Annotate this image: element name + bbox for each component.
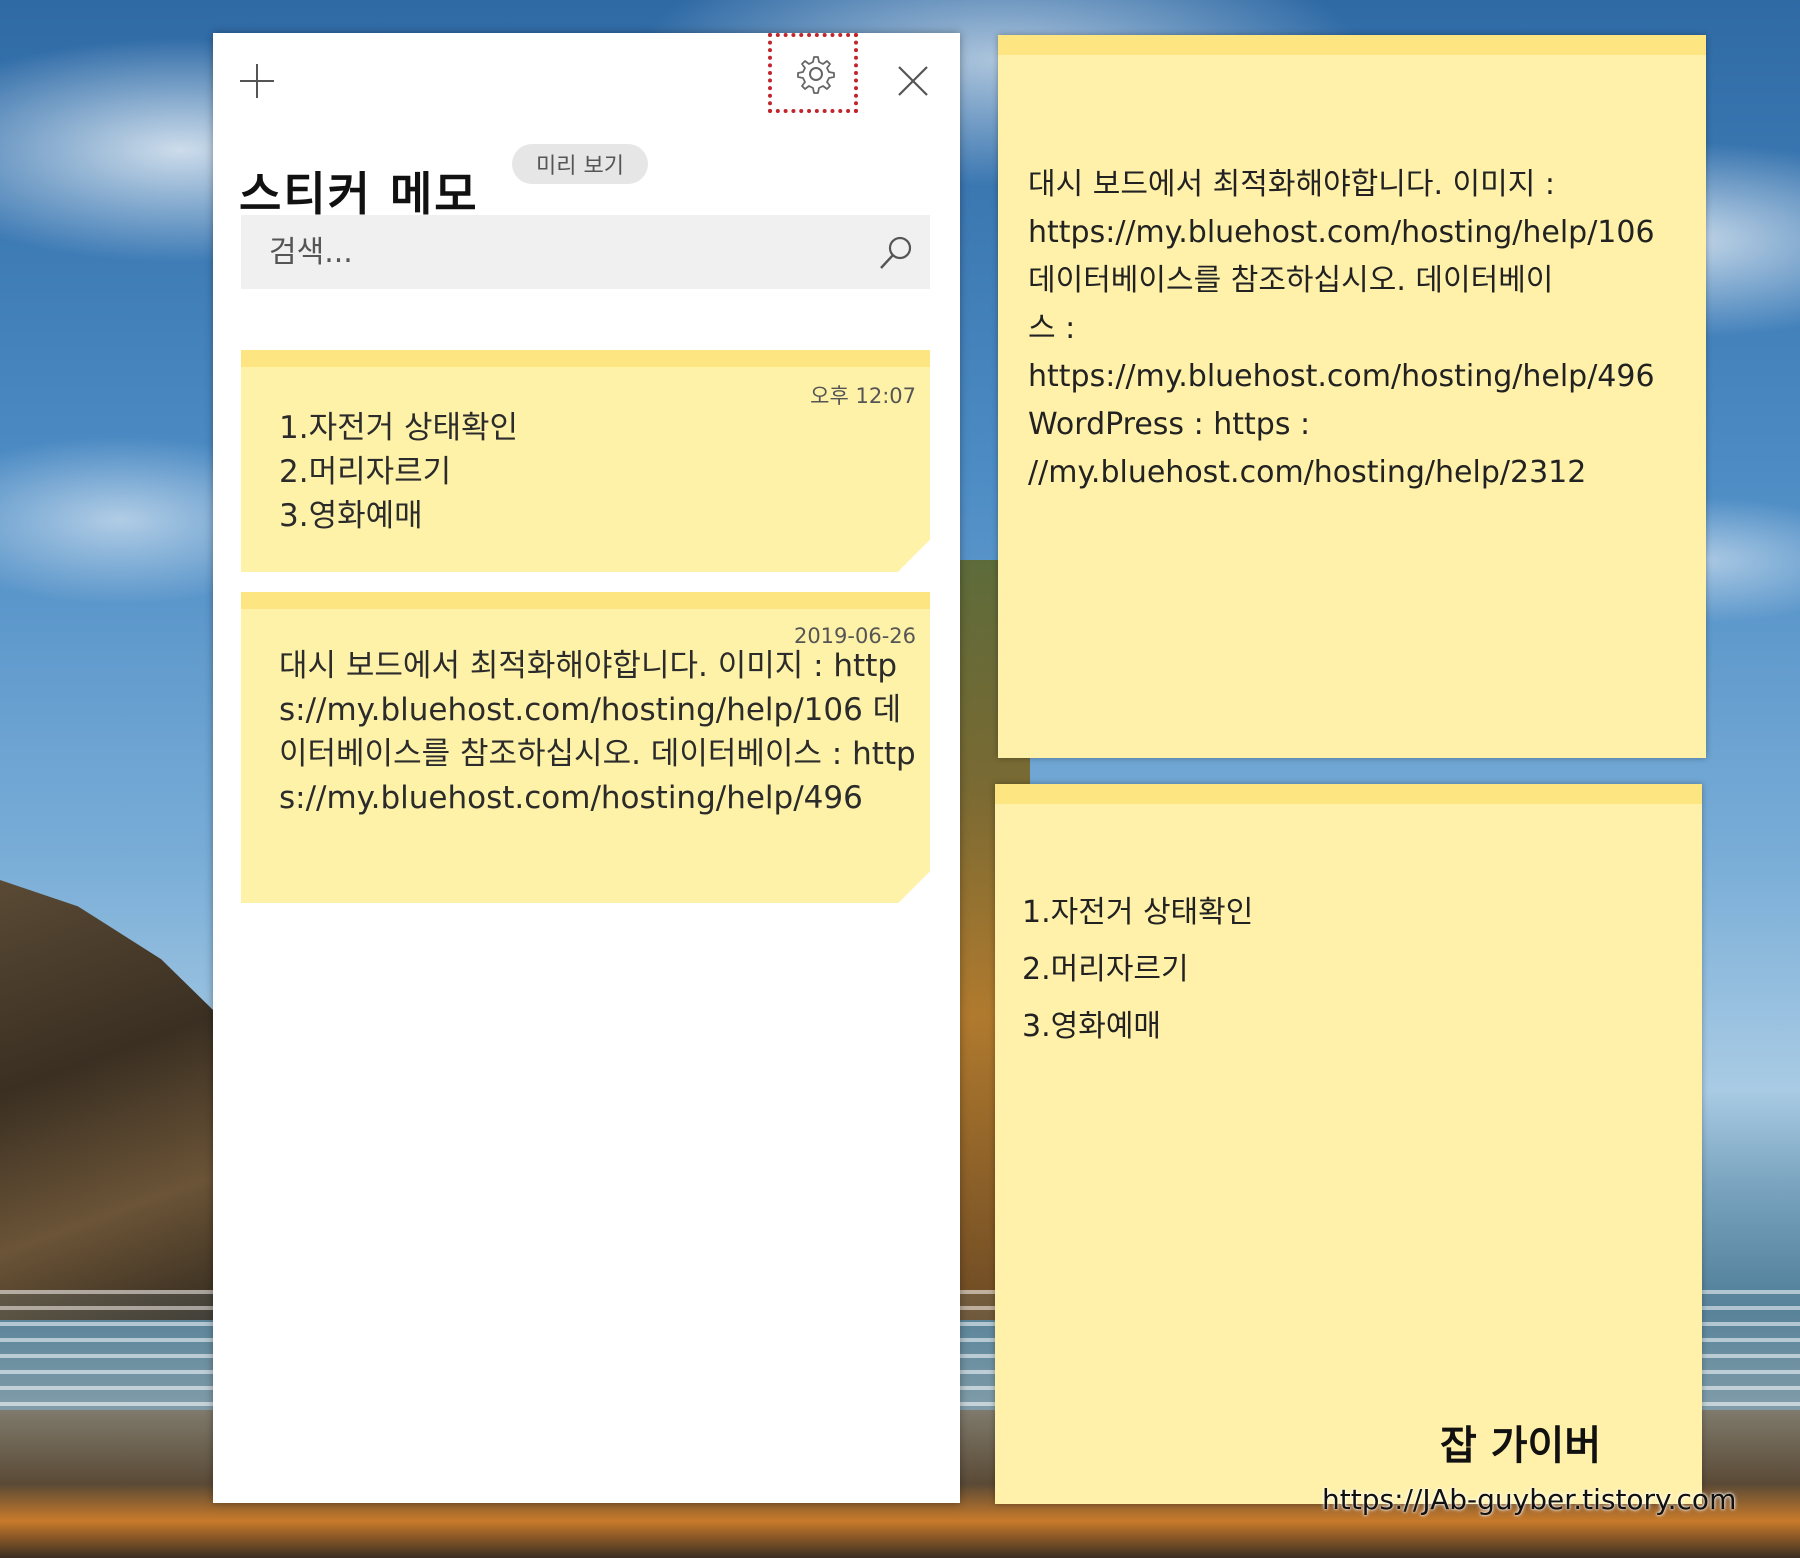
- preview-badge: 미리 보기: [512, 144, 648, 184]
- note-color-band: [241, 592, 930, 609]
- search-icon: [880, 236, 912, 269]
- open-sticky-note[interactable]: 대시 보드에서 최적화해야합니다. 이미지 : https://my.blueh…: [998, 35, 1706, 758]
- plus-icon: [240, 64, 274, 98]
- note-list-item[interactable]: 오후 12:07 1.자전거 상태확인 2.머리자르기 3.영화예매: [241, 350, 930, 572]
- close-button[interactable]: [893, 61, 933, 101]
- watermark-author: 잡 가이버: [1440, 1423, 1602, 1469]
- note-preview-text: 1.자전거 상태확인 2.머리자르기 3.영화예매: [279, 410, 519, 534]
- watermark-url: https://JAb-guyber.tistory.com: [1322, 1483, 1737, 1516]
- note-preview-text: 대시 보드에서 최적화해야합니다. 이미지 : https://my.blueh…: [279, 648, 916, 816]
- note-list-item[interactable]: 2019-06-26 대시 보드에서 최적화해야합니다. 이미지 : https…: [241, 592, 930, 903]
- note-color-band: [241, 350, 930, 367]
- note-corner-cut: [898, 540, 930, 572]
- settings-highlight-box: [768, 33, 858, 113]
- search-input[interactable]: [241, 215, 861, 289]
- search-box: [241, 215, 930, 289]
- search-button[interactable]: [876, 233, 916, 273]
- open-sticky-note[interactable]: 1.자전거 상태확인 2.머리자르기 3.영화예매: [995, 784, 1702, 1504]
- note-corner-cut: [898, 871, 930, 903]
- sticky-notes-list-window: 스티커 메모 미리 보기 오후 12:07 1.자전거 상태확인 2.머리자르기…: [213, 33, 960, 1503]
- close-icon: [898, 66, 928, 96]
- note-title-bar[interactable]: [998, 35, 1706, 55]
- settings-button[interactable]: [768, 33, 864, 115]
- add-note-button[interactable]: [237, 61, 277, 101]
- note-content[interactable]: 대시 보드에서 최적화해야합니다. 이미지 : https://my.blueh…: [1028, 161, 1678, 497]
- note-content[interactable]: 1.자전거 상태확인 2.머리자르기 3.영화예매: [1022, 884, 1662, 1055]
- note-title-bar[interactable]: [995, 784, 1702, 804]
